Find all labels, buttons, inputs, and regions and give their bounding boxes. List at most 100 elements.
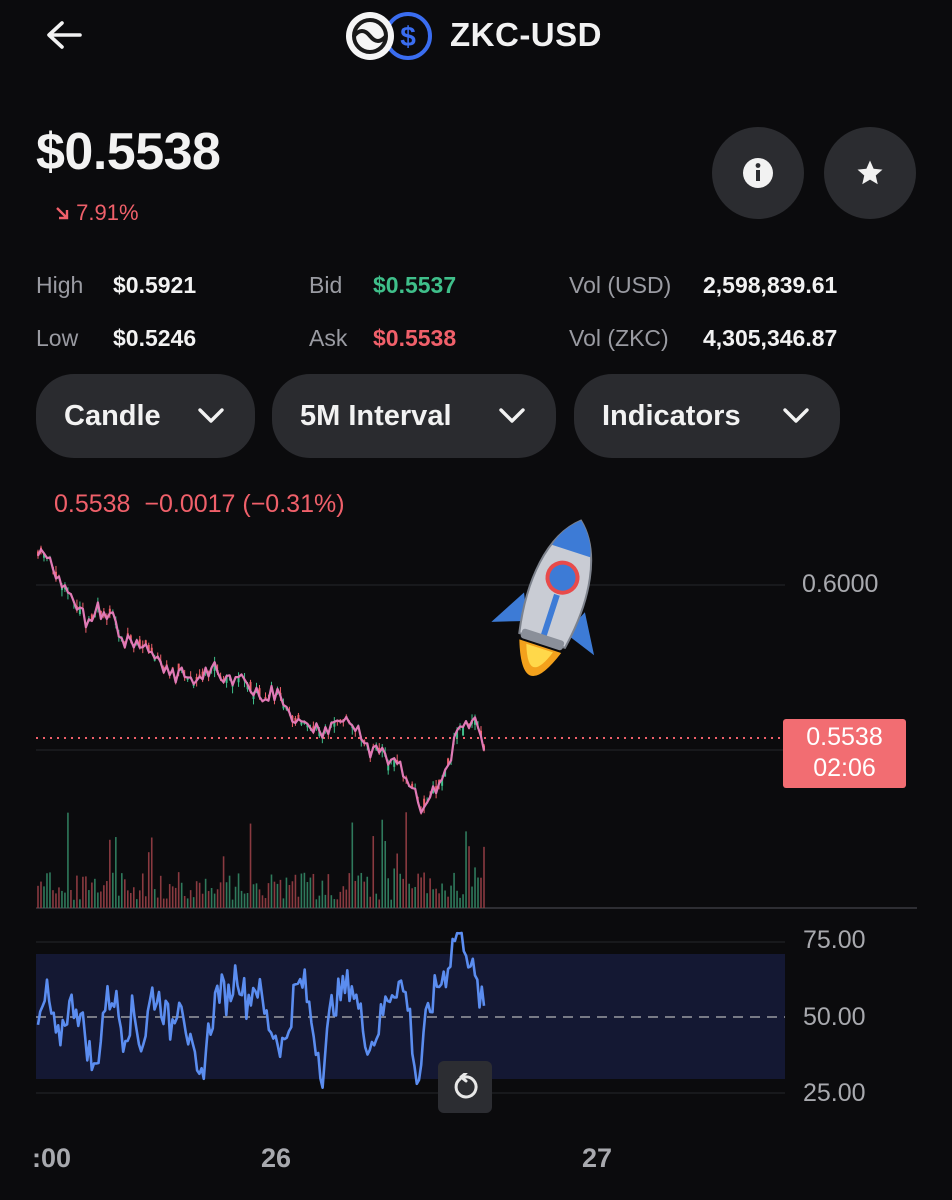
volume-bar — [474, 867, 476, 908]
volume-bar — [46, 873, 48, 908]
volume-bar — [357, 875, 360, 908]
last-price-tag-value: 0.5538 — [806, 723, 883, 751]
volume-bar — [174, 887, 177, 908]
back-button[interactable] — [44, 18, 84, 52]
current-price: $0.5538 — [36, 123, 221, 181]
info-button[interactable] — [712, 127, 804, 219]
volume-bar — [351, 822, 354, 908]
indicators-label: Indicators — [602, 399, 741, 432]
volume-bar — [297, 896, 300, 908]
volume-bar — [177, 872, 180, 908]
volume-bar — [106, 881, 108, 908]
volume-bar — [97, 892, 99, 908]
chart-type-dropdown[interactable]: Candle — [36, 374, 255, 458]
volume-bar — [309, 877, 312, 908]
volume-bar — [79, 899, 81, 908]
volume-bar — [426, 893, 428, 908]
zkc-coin-icon — [346, 12, 394, 60]
volume-bar — [249, 823, 252, 908]
volume-bar — [303, 872, 306, 908]
volume-bar — [246, 893, 249, 908]
time-axis-label: :00 — [32, 1143, 72, 1173]
volume-bar — [103, 885, 105, 908]
volume-bar — [456, 890, 458, 908]
volume-bar — [480, 877, 482, 908]
volume-bar — [273, 881, 276, 908]
arrow-down-right-icon — [56, 207, 69, 220]
price-axis-label: 0.6000 — [802, 570, 879, 598]
chevron-down-icon — [198, 408, 224, 423]
chart-type-label: Candle — [64, 399, 161, 432]
ohlc-price: 0.5538 — [54, 490, 131, 518]
volume-bar — [327, 874, 330, 908]
volume-bar — [372, 836, 375, 908]
volume-bar — [450, 885, 452, 908]
volume-bar — [189, 890, 192, 908]
volume-bar — [225, 882, 228, 908]
candle-countdown: 02:06 — [813, 754, 876, 782]
volume-bar — [354, 880, 357, 908]
volume-bar — [100, 891, 102, 908]
volume-bar — [363, 881, 366, 908]
volume-bar — [58, 887, 60, 908]
volume-bar — [399, 873, 401, 908]
volume-bar — [252, 884, 255, 908]
time-axis-label: 27 — [582, 1143, 613, 1173]
price-line — [37, 548, 486, 814]
volume-bar — [40, 881, 42, 908]
volume-bar — [198, 882, 201, 908]
vol-zkc-label: Vol (ZKC) — [569, 325, 669, 351]
svg-text:$: $ — [400, 21, 416, 52]
volume-bar — [378, 899, 381, 908]
volume-bar — [126, 890, 129, 908]
volume-bar — [453, 872, 455, 908]
volume-bar — [438, 893, 440, 908]
interval-dropdown[interactable]: 5M Interval — [272, 374, 556, 458]
volume-bar — [294, 874, 297, 908]
volume-bar — [216, 889, 219, 908]
time-axis-label: 26 — [261, 1143, 292, 1173]
volume-bar — [267, 883, 270, 908]
volume-bar — [228, 875, 231, 908]
volume-bar — [315, 899, 318, 908]
volume-bar — [52, 890, 54, 908]
volume-bar — [186, 898, 189, 908]
price-chart[interactable] — [0, 525, 952, 1145]
volume-bar — [279, 879, 282, 908]
favorite-button[interactable] — [824, 127, 916, 219]
volume-bar — [64, 892, 66, 908]
volume-bar — [348, 873, 351, 908]
volume-bar — [204, 878, 207, 908]
volume-bar — [258, 889, 261, 908]
volume-bar — [124, 879, 126, 908]
volume-bar — [159, 875, 162, 908]
volume-bar — [276, 883, 279, 908]
chevron-down-icon — [783, 408, 809, 423]
volume-bar — [435, 888, 437, 908]
reset-zoom-button[interactable] — [438, 1061, 492, 1113]
candle-body — [462, 727, 465, 736]
volume-bar — [88, 890, 90, 908]
volume-bar — [171, 886, 174, 908]
indicators-dropdown[interactable]: Indicators — [574, 374, 840, 458]
volume-bar — [135, 899, 138, 908]
volume-bar — [330, 895, 333, 908]
high-value: $0.5921 — [113, 272, 197, 298]
volume-bar — [153, 889, 156, 908]
volume-bar — [73, 899, 75, 908]
ask-value: $0.5538 — [373, 325, 457, 351]
volume-bar — [141, 873, 144, 908]
volume-bars — [37, 812, 485, 908]
interval-label: 5M Interval — [300, 399, 452, 432]
volume-bar — [324, 894, 327, 908]
vol-zkc-value: 4,305,346.87 — [703, 325, 838, 351]
ohlc-change: −0.0017 (−0.31%) — [144, 490, 345, 518]
volume-bar — [195, 881, 198, 908]
chevron-down-icon — [499, 408, 525, 423]
volume-bar — [61, 890, 63, 908]
volume-bar — [231, 899, 234, 908]
rsi-axis-75: 75.00 — [803, 926, 866, 954]
volume-bar — [300, 873, 303, 908]
volume-bar — [459, 897, 461, 908]
volume-bar — [240, 890, 243, 908]
